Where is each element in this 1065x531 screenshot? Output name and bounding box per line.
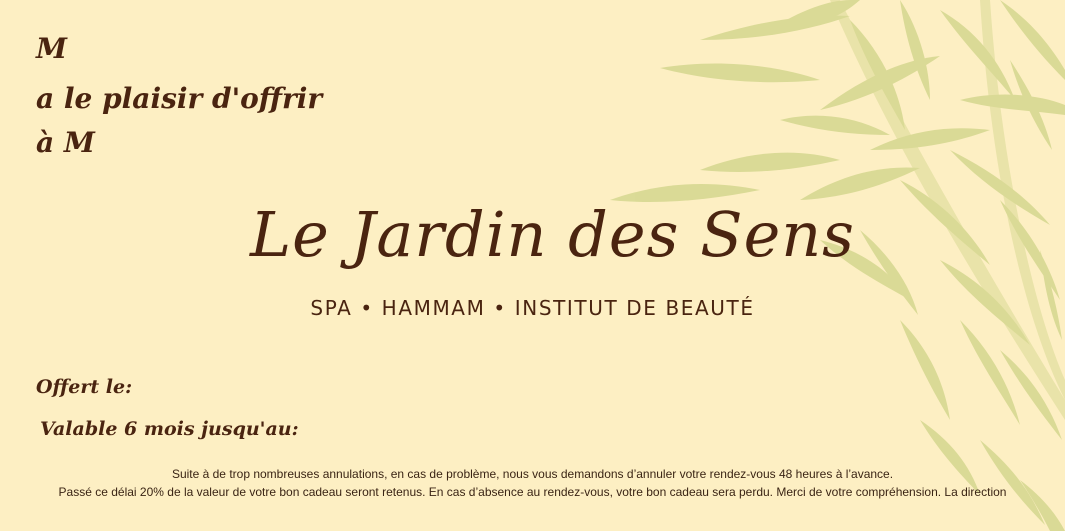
valid-until-label: Valable 6 mois jusqu'au: xyxy=(40,418,299,440)
gift-offer-line: a le plaisir d'offrir xyxy=(36,82,323,115)
cancellation-notice-line-1: Suite à de trop nombreuses annulations, … xyxy=(171,467,894,481)
cancellation-notice-line-2: Passé ce délai 20% de la valeur de votre… xyxy=(58,485,1007,499)
gift-to-line: à M xyxy=(36,126,95,159)
brand-title: Le Jardin des Sens xyxy=(250,198,856,271)
offered-date-label: Offert le: xyxy=(36,376,133,398)
brand-subtitle: SPA • HAMMAM • INSTITUT DE BEAUTÉ xyxy=(310,296,755,320)
gift-from-line: M xyxy=(36,32,67,65)
